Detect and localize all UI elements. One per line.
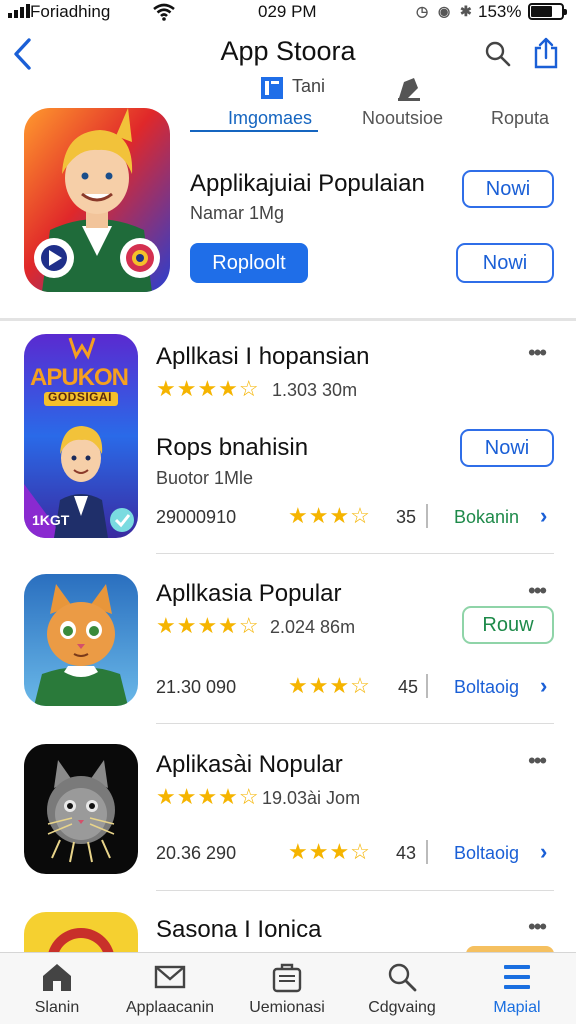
- featured-title: Applikajuiai Populaian: [190, 170, 425, 197]
- row-separator: [156, 723, 554, 724]
- battery-percent: 153%: [478, 2, 522, 21]
- app-icon-3[interactable]: [24, 744, 138, 874]
- carrier-name: Foriadhing: [30, 2, 111, 21]
- rating-text-3: 19.03ài Jom: [262, 788, 361, 808]
- wifi-icon: [153, 3, 175, 21]
- share-icon[interactable]: [532, 36, 560, 70]
- rating-stars-3: ★★★★☆: [156, 784, 260, 809]
- row-separator: [156, 890, 554, 891]
- app-name-4[interactable]: Sasona I Ionica: [156, 916, 321, 944]
- get-button-1[interactable]: Nowi: [460, 429, 554, 467]
- section-divider: [0, 318, 576, 321]
- reader-icon: [261, 77, 283, 99]
- status-time: 029 PM: [258, 2, 317, 21]
- rating-text-2: 2.024 86m: [270, 617, 356, 637]
- tab-bar-item-1[interactable]: Slanin: [2, 961, 112, 1017]
- featured-tiny-label: Tani: [292, 76, 326, 96]
- rating-stars-1b: ★★★☆: [288, 503, 371, 528]
- home-icon: [43, 964, 71, 991]
- tab-bar-label-3: Uemionasi: [249, 999, 325, 1016]
- tab-bar-label-4: Cdgvaing: [368, 999, 436, 1016]
- status-bar: Foriadhing 029 PM ◷ ◉ ✱ 153%: [0, 0, 576, 26]
- tab-bar-label-1: Slanin: [34, 999, 80, 1016]
- app-icon-1-tag: 1KGT: [32, 512, 70, 528]
- tab-roputa[interactable]: Roputa: [491, 108, 549, 129]
- chevron-right-icon[interactable]: ›: [540, 503, 547, 529]
- more-dots-icon[interactable]: •••: [528, 748, 547, 774]
- link-1[interactable]: Bokanin: [454, 507, 519, 528]
- chevron-right-icon[interactable]: ›: [540, 673, 547, 699]
- tab-bar-item-2[interactable]: Applaacanin: [115, 961, 225, 1017]
- search-icon[interactable]: [484, 40, 512, 68]
- count-3: 43: [396, 843, 417, 863]
- more-dots-icon[interactable]: •••: [528, 578, 547, 604]
- chevron-right-icon[interactable]: ›: [540, 839, 547, 865]
- price-1: 29000910: [156, 507, 237, 527]
- tab-bar: Slanin Applaacanin Uemionasi Cdgvaing Ma…: [0, 952, 576, 1024]
- pencil-icon: [398, 78, 420, 101]
- app-icon-1[interactable]: APUKON GODSIGAI 1KGT: [24, 334, 138, 538]
- divider-bar: [426, 840, 428, 864]
- tab-bar-label-2: Applaacanin: [125, 999, 215, 1016]
- app-icon-1-title: APUKON: [30, 364, 129, 391]
- briefcase-icon: [272, 963, 302, 993]
- mail-icon: [154, 965, 186, 989]
- row-separator: [156, 553, 554, 554]
- rating-stars-1: ★★★★☆: [156, 376, 260, 401]
- more-dots-icon[interactable]: •••: [528, 914, 547, 940]
- app-icon-1-subtitle: GODSIGAI: [48, 390, 113, 404]
- active-tab-indicator: [190, 130, 318, 132]
- link-2[interactable]: Boltaoig: [454, 677, 519, 698]
- price-2: 21.30 090: [156, 677, 237, 697]
- rating-stars-2b: ★★★☆: [288, 673, 371, 698]
- battery-icon: [528, 3, 567, 20]
- rating-stars-2: ★★★★☆: [156, 613, 260, 638]
- count-2: 45: [398, 677, 419, 697]
- featured-get-button-1[interactable]: Nowi: [462, 170, 554, 208]
- lock-rotation-icon: ◉: [438, 3, 451, 19]
- featured-subtitle: Namar 1Mg: [190, 203, 285, 223]
- signal-icon: [8, 4, 30, 18]
- bluetooth-icon: ✱: [460, 3, 472, 19]
- link-3[interactable]: Boltaoig: [454, 843, 519, 864]
- featured-app-icon[interactable]: [24, 108, 170, 292]
- tab-bar-item-3[interactable]: Uemionasi: [232, 961, 342, 1017]
- search-tab-icon: [388, 963, 417, 992]
- rating-stars-3b: ★★★☆: [288, 839, 371, 864]
- app-name-3[interactable]: Aplikasài Nopular: [156, 751, 343, 779]
- tab-bar-label-5: Mapial: [493, 999, 541, 1016]
- tab-bar-item-5[interactable]: Mapial: [462, 961, 572, 1017]
- app-name-1[interactable]: Apllkasi I hopansian: [156, 343, 369, 371]
- get-button-2[interactable]: Rouw: [462, 606, 554, 644]
- app-name-2[interactable]: Apllkasia Popular: [156, 580, 341, 608]
- tab-bar-item-4[interactable]: Cdgvaing: [347, 961, 457, 1017]
- app-subname-1[interactable]: Rops bnahisin: [156, 434, 308, 462]
- divider-bar: [426, 674, 428, 698]
- featured-primary-button[interactable]: Roploolt: [190, 243, 308, 283]
- featured-get-button-2[interactable]: Nowi: [456, 243, 554, 283]
- price-3: 20.36 290: [156, 843, 237, 863]
- menu-icon: [504, 965, 530, 989]
- tab-nooutsioe[interactable]: Nooutsioe: [362, 108, 443, 129]
- more-dots-icon[interactable]: •••: [528, 340, 547, 366]
- app-submeta-1: Buotor 1Mle: [156, 468, 254, 488]
- divider-bar: [426, 504, 428, 528]
- count-1: 35: [396, 507, 417, 527]
- alarm-icon: ◷: [416, 3, 429, 19]
- app-icon-2[interactable]: [24, 574, 138, 706]
- rating-text-1: 1.303 30m: [272, 380, 358, 400]
- tab-imgomaes[interactable]: Imgomaes: [228, 108, 312, 129]
